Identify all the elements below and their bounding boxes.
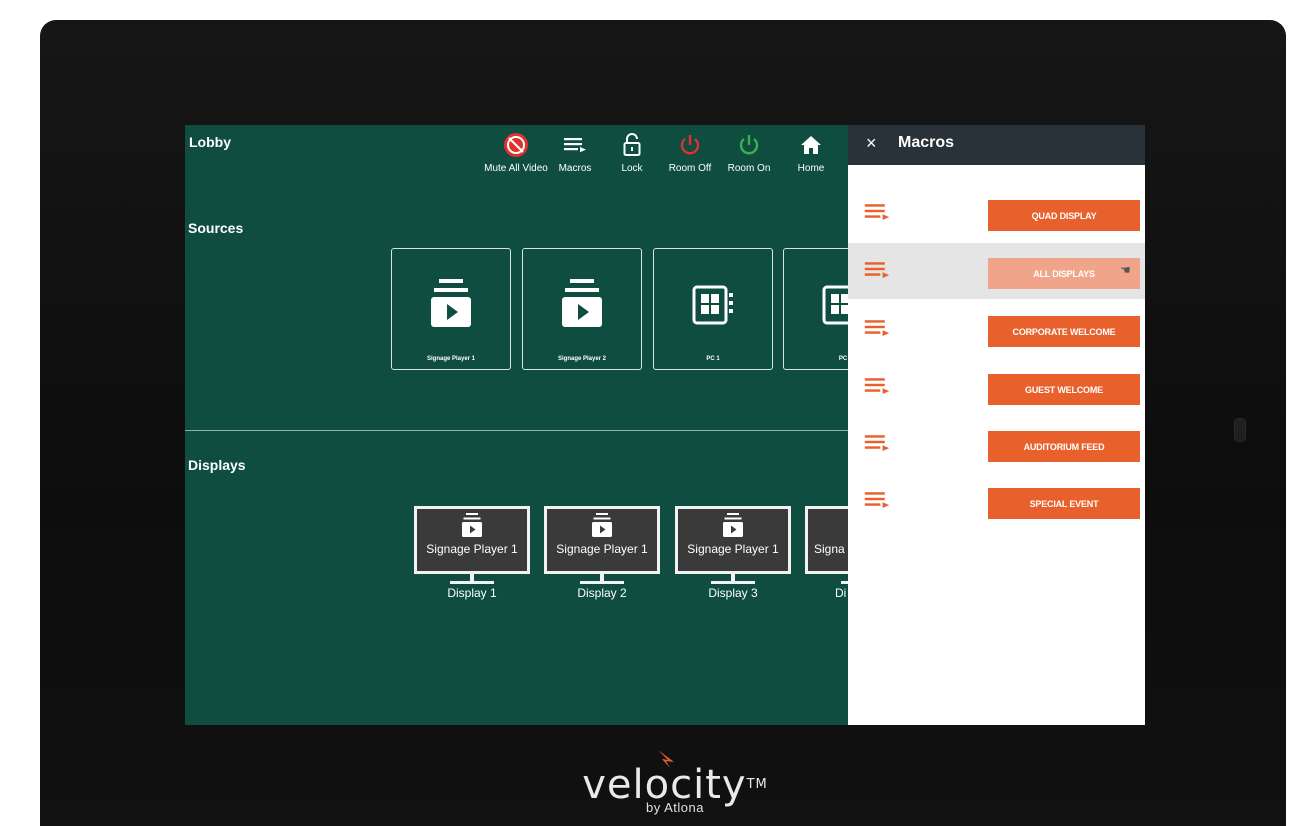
display-tile[interactable]: Signage Player 1 Display 2 xyxy=(544,506,660,600)
pc-icon xyxy=(692,285,733,325)
mute-video-icon xyxy=(504,133,528,157)
display-source: Signage Player 1 xyxy=(687,542,779,556)
display-name: Display 2 xyxy=(577,586,627,600)
macro-button[interactable]: SPECIAL EVENT xyxy=(988,488,1140,519)
toolbar-label: Room On xyxy=(727,163,771,174)
signage-player-icon xyxy=(562,279,602,327)
display-name: Display 1 xyxy=(447,586,497,600)
display-monitor: Signage Player 1 xyxy=(414,506,530,574)
macro-row: SPECIAL EVENT xyxy=(848,473,1145,529)
sources-title: Sources xyxy=(188,220,244,236)
macro-button[interactable]: GUEST WELCOME xyxy=(988,374,1140,405)
room-title: Lobby xyxy=(189,134,231,150)
home-button[interactable]: Home xyxy=(783,131,839,174)
logo-spark-icon xyxy=(658,750,674,768)
source-label: PC 1 xyxy=(706,356,720,362)
sensor xyxy=(1234,418,1246,442)
toolbar-label: Mute All Video xyxy=(484,163,548,174)
display-monitor: Signage Player 1 xyxy=(675,506,791,574)
macro-button[interactable]: ALL DISPLAYS xyxy=(988,258,1140,289)
brand-tm: TM xyxy=(746,777,768,792)
section-divider xyxy=(185,430,848,431)
display-tile[interactable]: Signage Player 1 Display 1 xyxy=(414,506,530,600)
macro-icon xyxy=(864,204,890,220)
source-tile[interactable]: PC 1 xyxy=(653,248,773,370)
touch-screen: Lobby Mute All Video Macros Lock Room Of… xyxy=(185,125,1145,725)
macros-panel-title: Macros xyxy=(898,134,955,151)
macros-icon xyxy=(564,138,586,153)
macro-row: GUEST WELCOME xyxy=(848,359,1145,415)
room-off-button[interactable]: Room Off xyxy=(662,131,718,174)
macro-button[interactable]: CORPORATE WELCOME xyxy=(988,316,1140,347)
signage-player-icon xyxy=(431,279,471,327)
macros-panel: × Macros QUAD DISPLAY ALL DISPLAYS ☚ COR… xyxy=(848,125,1145,725)
macro-row: ALL DISPLAYS ☚ xyxy=(848,243,1145,299)
monitor-base xyxy=(580,581,624,584)
source-label: Signage Player 2 xyxy=(557,356,607,362)
power-icon xyxy=(680,135,700,155)
source-label: Signage Player 1 xyxy=(426,356,476,362)
source-tile[interactable]: Signage Player 1 xyxy=(391,248,511,370)
monitor-base xyxy=(711,581,755,584)
monitor-base xyxy=(450,581,494,584)
mute-all-video-button[interactable]: Mute All Video xyxy=(476,131,556,174)
monitor-stand xyxy=(600,574,604,581)
signage-player-icon xyxy=(592,513,612,537)
lock-button[interactable]: Lock xyxy=(604,131,660,174)
macros-panel-header: × Macros xyxy=(848,125,1145,165)
macro-icon xyxy=(864,378,890,394)
display-tile[interactable]: Signage Player 1 Display 3 xyxy=(675,506,791,600)
display-monitor: Signage Player 1 xyxy=(544,506,660,574)
macro-row: QUAD DISPLAY xyxy=(848,185,1145,241)
macros-button[interactable]: Macros xyxy=(547,131,603,174)
hand-cursor-icon: ☚ xyxy=(1120,263,1131,277)
displays-title: Displays xyxy=(188,457,246,473)
toolbar-label: Macros xyxy=(558,163,592,174)
macro-icon xyxy=(864,492,890,508)
signage-player-icon xyxy=(462,513,482,537)
source-tile[interactable]: Signage Player 2 xyxy=(522,248,642,370)
display-source: Signage Player 1 xyxy=(426,542,518,556)
macro-button[interactable]: QUAD DISPLAY xyxy=(988,200,1140,231)
monitor-stand xyxy=(731,574,735,581)
macro-row: AUDITORIUM FEED xyxy=(848,416,1145,472)
macro-icon xyxy=(864,320,890,336)
macro-icon xyxy=(864,435,890,451)
toolbar-label: Home xyxy=(797,163,825,174)
signage-player-icon xyxy=(723,513,743,537)
power-icon xyxy=(739,135,759,155)
toolbar-label: Room Off xyxy=(668,163,712,174)
display-source: Signage Player 1 xyxy=(556,542,648,556)
macro-button[interactable]: AUDITORIUM FEED xyxy=(988,431,1140,462)
close-icon[interactable]: × xyxy=(866,133,877,154)
display-name: Display 3 xyxy=(708,586,758,600)
velocity-logo: velocityTM by Atlona xyxy=(560,750,790,826)
toolbar-label: Lock xyxy=(621,163,643,174)
lock-icon xyxy=(623,133,641,156)
monitor-stand xyxy=(470,574,474,581)
home-icon xyxy=(801,136,821,154)
macro-row: CORPORATE WELCOME xyxy=(848,301,1145,357)
macro-icon xyxy=(864,262,890,278)
room-on-button[interactable]: Room On xyxy=(721,131,777,174)
